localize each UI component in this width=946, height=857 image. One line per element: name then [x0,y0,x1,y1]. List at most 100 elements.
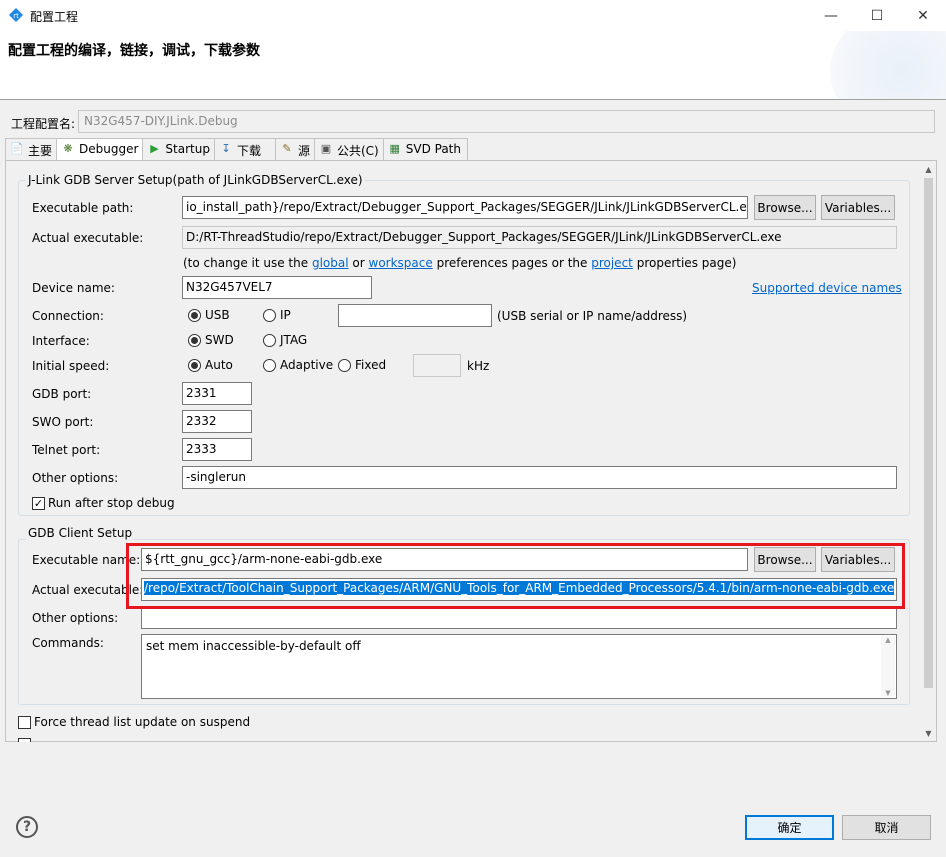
speed-auto-radio[interactable]: Auto [188,358,233,372]
tab-label: Startup [165,142,210,156]
tab-common[interactable]: ▣ 公共(C) [314,138,384,160]
tab-main[interactable]: 📄 主要 [5,138,58,160]
scrollbar-thumb[interactable] [924,178,933,688]
tab-label: 公共(C) [337,144,379,158]
checkbox-box [18,715,31,729]
supported-devices-link[interactable]: Supported device names [752,281,902,295]
run-after-stop-checkbox[interactable]: ✓ Run after stop debug [32,496,175,510]
checkbox-label: Force thread list update on suspend [34,715,251,729]
speed-value-input[interactable] [413,354,461,377]
jlink-other-options-input[interactable]: -singlerun [182,466,897,489]
partially-hidden-checkbox[interactable] [18,738,31,742]
hint-suffix: properties page) [636,256,737,270]
close-icon[interactable]: ✕ [900,0,946,31]
radio-dot [188,333,201,347]
ok-button[interactable]: 确定 [745,815,834,840]
exec-path-input[interactable]: io_install_path}/repo/Extract/Debugger_S… [182,196,748,219]
jlink-other-options-label: Other options: [32,471,119,485]
radio-label: Adaptive [280,358,334,372]
commands-text: set mem inaccessible-by-default off [146,639,361,653]
common-icon: ▣ [320,142,332,155]
minimize-icon[interactable]: — [808,0,854,31]
scroll-up-icon[interactable]: ▲ [881,636,895,644]
speed-unit-label: kHz [467,359,490,373]
radio-label: JTAG [280,333,308,347]
hint-prefix: (to change it use the [183,256,309,270]
device-name-label: Device name: [32,281,115,295]
svg-text:rt: rt [13,12,19,20]
checkmark-icon: ✓ [32,496,45,510]
jlink-variables-button[interactable]: Variables... [821,195,895,220]
tab-bar: 📄 主要 ❋ Debugger ▶ Startup ↧ 下载 ✎ 源 ▣ 公共(C) ▦ SV… [5,138,468,161]
cancel-button[interactable]: 取消 [842,815,931,840]
radio-label: SWD [205,333,234,347]
scroll-down-icon[interactable]: ▼ [881,689,895,697]
commands-scrollbar[interactable]: ▲ ▼ [881,636,895,697]
actual-exec-label: Actual executable: [32,231,144,245]
connection-label: Connection: [32,309,104,323]
title-bar [0,0,946,31]
tab-label: 下载 [236,144,261,158]
radio-dot [338,358,351,372]
checkbox-label: Run after stop debug [48,496,175,510]
gdb-port-input[interactable]: 2331 [182,382,252,405]
interface-label: Interface: [32,334,90,348]
source-icon: ✎ [282,142,292,155]
global-link[interactable]: global [312,256,349,270]
config-name-field[interactable]: N32G457-DIY.JLink.Debug [78,110,935,133]
telnet-port-label: Telnet port: [32,443,101,457]
radio-dot [263,308,276,322]
initial-speed-label: Initial speed: [32,359,110,373]
highlight-frame [126,543,905,609]
tab-debugger[interactable]: ❋ Debugger [56,138,144,161]
swo-port-label: SWO port: [32,415,94,429]
svd-icon: ▦ [389,142,400,155]
config-name-label: 工程配置名: [11,117,76,131]
force-thread-update-checkbox[interactable]: Force thread list update on suspend [18,715,250,729]
telnet-port-input[interactable]: 2333 [182,438,252,461]
connection-address-input[interactable] [338,304,492,327]
scroll-up-icon[interactable]: ▲ [921,162,936,177]
hint-mid: preferences pages or the [436,256,588,270]
tab-startup[interactable]: ▶ Startup [142,138,215,160]
connection-hint: (USB serial or IP name/address) [497,309,688,323]
speed-fixed-radio[interactable]: Fixed [338,358,386,372]
gdb-other-options-input[interactable] [141,606,897,629]
project-link[interactable]: project [591,256,633,270]
connection-ip-radio[interactable]: IP [263,308,291,322]
dialog-header: 配置工程的编译，链接，调试，下载参数 [0,31,946,99]
tab-label: 主要 [28,144,53,158]
workspace-link[interactable]: workspace [369,256,433,270]
radio-label: Fixed [355,358,387,372]
gdb-exec-name-label: Executable name: [32,553,141,567]
download-icon: ↧ [221,142,231,155]
gdb-port-label: GDB port: [32,387,92,401]
jlink-group-title: J-Link GDB Server Setup(path of JLinkGDB… [26,173,365,187]
commands-textarea[interactable]: set mem inaccessible-by-default off ▲ ▼ [141,634,897,699]
jlink-browse-button[interactable]: Browse... [754,195,816,220]
hint-or: or [352,256,365,270]
radio-dot [263,333,276,347]
tab-svd-path[interactable]: ▦ SVD Path [382,138,468,160]
header-decoration [830,31,946,99]
commands-label: Commands: [32,636,104,650]
header-title: 配置工程的编译，链接，调试，下载参数 [8,43,260,59]
tab-source[interactable]: ✎ 源 [274,138,315,160]
radio-label: USB [205,308,230,322]
connection-usb-radio[interactable]: USB [188,308,230,322]
help-icon[interactable]: ? [16,816,38,838]
device-name-input[interactable]: N32G457VEL7 [182,276,372,299]
tab-label: 源 [297,144,310,158]
interface-jtag-radio[interactable]: JTAG [263,333,307,347]
speed-adaptive-radio[interactable]: Adaptive [263,358,333,372]
tab-download[interactable]: ↧ 下载 [213,138,276,160]
actual-exec-field: D:/RT-ThreadStudio/repo/Extract/Debugger… [182,226,897,249]
swo-port-input[interactable]: 2332 [182,410,252,433]
play-icon: ▶ [150,142,159,155]
maximize-icon[interactable]: ☐ [854,0,900,31]
radio-label: IP [280,308,291,322]
interface-swd-radio[interactable]: SWD [188,333,234,347]
preferences-hint: (to change it use the global or workspac… [183,256,736,270]
scroll-down-icon[interactable]: ▼ [921,726,936,741]
bug-icon: ❋ [63,142,73,155]
